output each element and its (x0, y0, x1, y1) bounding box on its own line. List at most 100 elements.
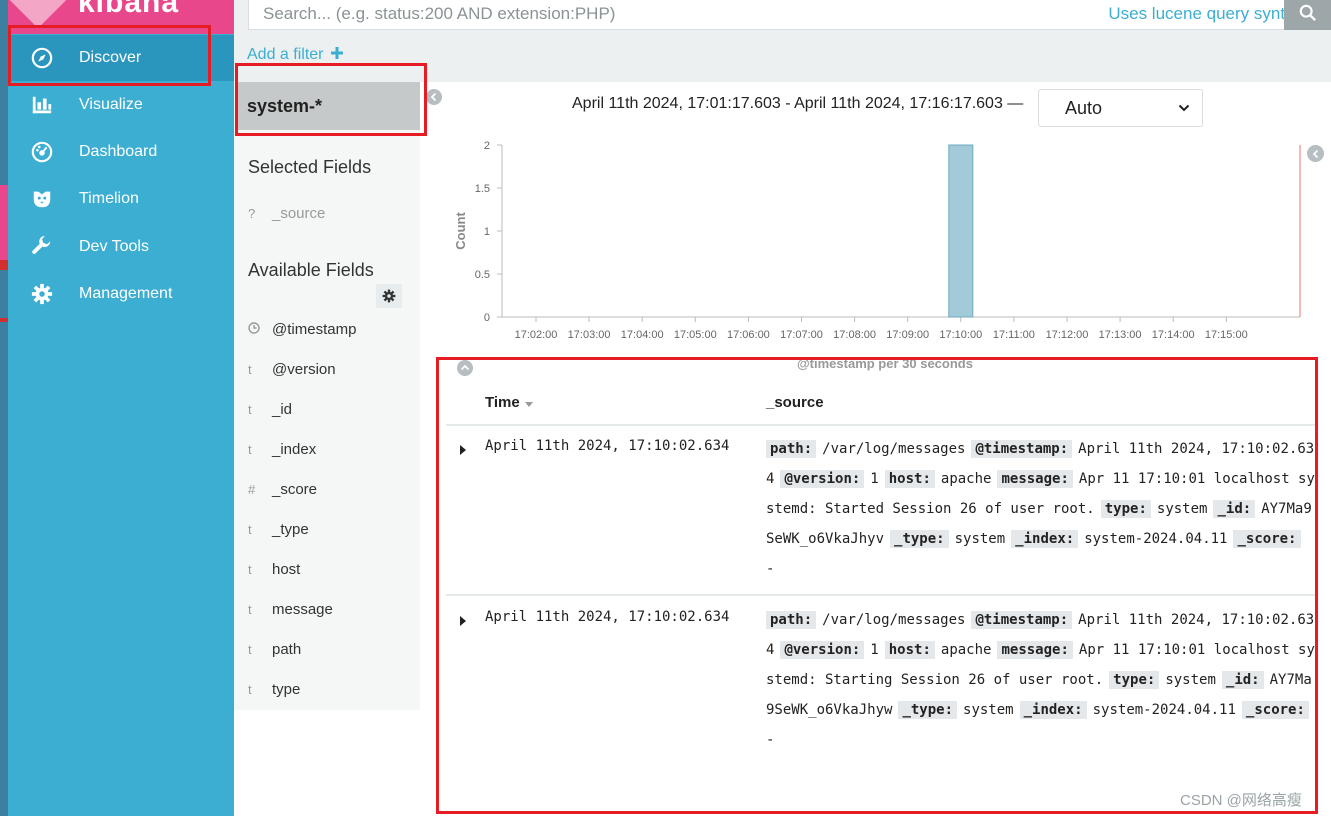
field-item-version[interactable]: t @version (248, 358, 336, 380)
field-name: @timestamp (272, 320, 357, 338)
unknown-type-icon: ? (248, 205, 256, 221)
annotation-box-index-pattern (235, 63, 427, 136)
histogram-chart: 0 0.5 1 1.5 2 17:02:00 17:03:00 17:04:00 17:05:0… (453, 140, 1301, 341)
clock-icon (248, 321, 272, 337)
lucene-syntax-link[interactable]: Uses lucene query syntax (1108, 4, 1303, 24)
x-tick-label: 17:04:00 (621, 329, 664, 341)
query-bar: Search... (e.g. status:200 AND extension… (234, 0, 1331, 36)
number-type-icon: # (248, 481, 256, 497)
x-tick-label: 17:14:00 (1152, 329, 1195, 341)
y-tick-label: 2 (484, 140, 490, 152)
field-item-type-meta[interactable]: t _type (248, 518, 309, 540)
watermark: CSDN @网络高瘦 (1180, 792, 1302, 809)
search-icon (1299, 4, 1316, 22)
field-name: _index (272, 440, 317, 458)
string-type-icon: t (248, 441, 252, 457)
search-input[interactable]: Search... (e.g. status:200 AND extension… (248, 0, 1318, 30)
sidebar-item-visualize[interactable]: Visualize (8, 82, 234, 128)
add-filter-link[interactable]: Add a filter (247, 46, 343, 64)
field-name: _type (272, 520, 309, 538)
sidebar-item-label: Visualize (79, 96, 143, 113)
field-item-message[interactable]: t message (248, 598, 333, 620)
chevron-down-icon (1178, 104, 1190, 112)
field-item-host[interactable]: t host (248, 558, 300, 580)
sidebar: kibana Discover Visualize Dashboard Time… (8, 0, 234, 816)
x-tick-label: 17:08:00 (833, 329, 876, 341)
string-type-icon: t (248, 561, 252, 577)
field-name: path (272, 640, 302, 658)
background-window-red-mark (0, 260, 8, 270)
brand-name: kibana (78, 0, 180, 19)
field-item-type[interactable]: t type (248, 678, 300, 700)
field-item-path[interactable]: t path (248, 638, 301, 660)
sidebar-item-dashboard[interactable]: Dashboard (8, 129, 234, 175)
background-window-red-line (0, 318, 8, 322)
string-type-icon: t (248, 681, 252, 697)
annotation-box-documents (436, 357, 1318, 814)
background-window-pink-block (0, 185, 8, 270)
collapse-sidebar-button[interactable] (426, 89, 442, 105)
field-name: _source (272, 204, 326, 222)
field-item-index[interactable]: t _index (248, 438, 316, 460)
field-name: message (272, 600, 333, 618)
field-name: _id (272, 400, 293, 418)
x-tick-label: 17:13:00 (1099, 329, 1142, 341)
field-name: host (272, 560, 301, 578)
y-tick-label: 0 (484, 312, 490, 324)
string-type-icon: t (248, 361, 252, 377)
bar-chart-icon (29, 92, 55, 118)
gear-icon (29, 281, 55, 307)
field-item-timestamp[interactable]: @timestamp (248, 318, 356, 340)
wrench-icon (29, 234, 55, 260)
field-name: _score (272, 480, 318, 498)
plus-icon (330, 47, 343, 59)
x-tick-label: 17:02:00 (515, 329, 558, 341)
sidebar-item-dev-tools[interactable]: Dev Tools (8, 224, 234, 270)
sidebar-item-label: Dashboard (79, 143, 158, 160)
annotation-box-discover (8, 25, 211, 86)
string-type-icon: t (248, 641, 252, 657)
timelion-icon (29, 186, 55, 212)
search-button[interactable] (1284, 0, 1331, 30)
histogram-bar (948, 144, 974, 318)
sidebar-item-management[interactable]: Management (8, 271, 234, 317)
y-tick-label: 1 (484, 226, 490, 238)
field-name: type (272, 680, 301, 698)
gear-icon (382, 289, 396, 303)
field-settings-button[interactable] (376, 284, 402, 308)
field-item-source[interactable]: ? _source (248, 202, 325, 224)
sidebar-item-label: Management (79, 285, 173, 302)
selected-fields-title: Selected Fields (248, 157, 372, 177)
x-tick-label: 17:11:00 (993, 329, 1035, 341)
dashboard-icon (29, 139, 55, 165)
x-tick-label: 17:10:00 (939, 329, 982, 341)
chevron-left-icon (430, 92, 437, 102)
x-tick-label: 17:07:00 (780, 329, 823, 341)
x-tick-label: 17:09:00 (886, 329, 929, 341)
x-tick-label: 17:06:00 (727, 329, 770, 341)
kibana-discover-page: kibana Discover Visualize Dashboard Time… (0, 0, 1331, 816)
y-axis-label: Count (453, 212, 468, 250)
add-filter-label: Add a filter (247, 46, 324, 63)
sidebar-item-label: Dev Tools (79, 238, 149, 255)
field-name: @version (272, 360, 336, 378)
x-tick-label: 17:12:00 (1046, 329, 1089, 341)
y-tick-label: 0.5 (475, 269, 490, 281)
x-tick-label: 17:15:00 (1205, 329, 1248, 341)
string-type-icon: t (248, 521, 252, 537)
interval-select[interactable]: Auto (1038, 89, 1203, 127)
available-fields-title: Available Fields (248, 260, 374, 280)
search-placeholder: Search... (e.g. status:200 AND extension… (263, 4, 616, 23)
field-item-id[interactable]: t _id (248, 398, 292, 420)
field-item-score[interactable]: # _score (248, 478, 317, 500)
time-range-label: April 11th 2024, 17:01:17.603 - April 11… (572, 95, 1024, 112)
y-tick-label: 1.5 (475, 183, 490, 195)
background-window-strip (0, 0, 8, 816)
x-tick-label: 17:03:00 (568, 329, 611, 341)
string-type-icon: t (248, 401, 252, 417)
sidebar-item-timelion[interactable]: Timelion (8, 176, 234, 222)
string-type-icon: t (248, 601, 252, 617)
sidebar-item-label: Timelion (79, 190, 139, 207)
x-tick-label: 17:05:00 (674, 329, 717, 341)
interval-value: Auto (1065, 97, 1103, 118)
